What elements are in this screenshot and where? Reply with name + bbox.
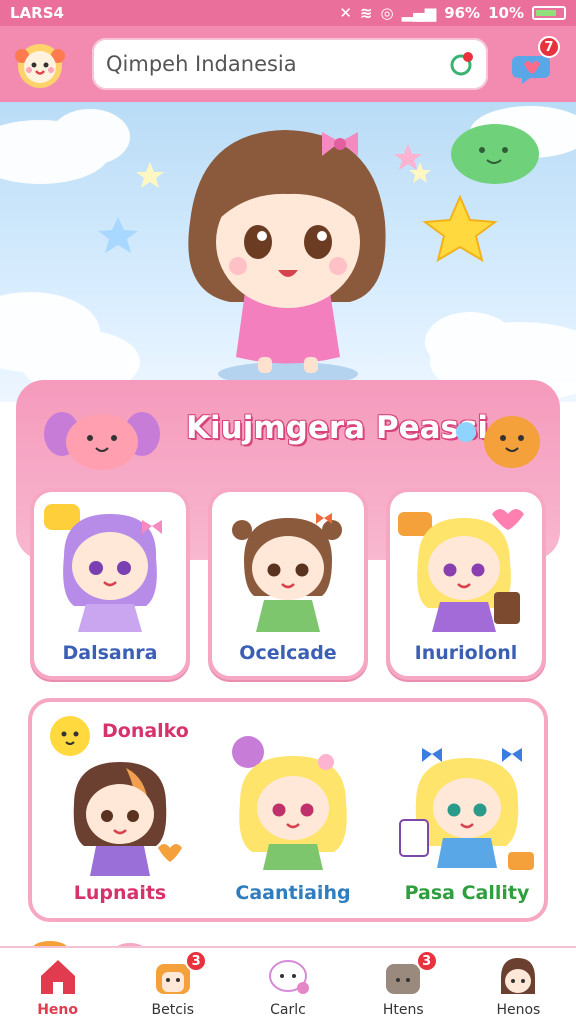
character-avatar-yellow	[232, 736, 347, 870]
character-avatar-brown	[232, 513, 342, 632]
status-bar: LARS4 ✕ ≋ ◎ ▂▄▆ 96% 10%	[0, 0, 576, 26]
nav-label: Heno	[37, 1002, 78, 1018]
character-group-card[interactable]: Donalko Lupnaits Caantiaihg Pasa Callity	[28, 698, 548, 922]
character-avatar-blonde	[398, 509, 524, 632]
profile-avatar-icon	[501, 958, 536, 994]
search-bar[interactable]	[92, 38, 488, 90]
battery-percent: 96%	[444, 4, 481, 22]
nav-item-home[interactable]: Heno	[0, 948, 115, 1024]
nav-item-2[interactable]: 3 Betcis	[115, 948, 230, 1024]
character-name-1: Dalsanra	[62, 642, 158, 664]
search-input[interactable]	[106, 52, 436, 76]
app-header: 7	[0, 26, 576, 102]
nav-badge: 3	[415, 950, 438, 972]
home-icon	[40, 960, 75, 994]
nav-label: Henos	[496, 1002, 541, 1018]
hero-banner	[0, 102, 576, 402]
mute-icon: ✕	[339, 4, 352, 22]
nav-label: Betcis	[151, 1002, 195, 1018]
hero-illustration	[0, 106, 576, 402]
character-avatar-dark	[73, 762, 182, 876]
nav-item-5[interactable]: Henos	[461, 948, 576, 1024]
app-logo-icon[interactable]	[12, 38, 68, 90]
bottom-nav: Heno 3 Betcis Carlc 3 Htens Henos	[0, 946, 576, 1024]
character-avatar-purple	[44, 504, 162, 632]
nav-badge: 3	[185, 950, 208, 972]
location-pin-icon[interactable]	[448, 50, 476, 78]
featured-title: Kiujmgera Peassi	[186, 410, 489, 446]
notifications-button[interactable]: 7	[510, 36, 560, 88]
nav-item-4[interactable]: 3 Htens	[346, 948, 461, 1024]
nav-label: Carlc	[270, 1002, 306, 1018]
signal-icon: ▂▄▆	[401, 4, 437, 22]
wifi-icon: ≋	[359, 4, 373, 22]
orange-creature-icon	[456, 416, 540, 468]
character-card-2[interactable]: Ocelcade	[208, 488, 368, 680]
notification-badge: 7	[538, 36, 560, 58]
character-card-3[interactable]: Inuriolonl	[386, 488, 546, 680]
character-name-2: Ocelcade	[239, 642, 337, 664]
extra-status: 10%	[488, 4, 524, 22]
battery-icon	[532, 6, 566, 20]
alarm-icon: ◎	[380, 4, 394, 22]
nav-item-3[interactable]: Carlc	[230, 948, 345, 1024]
carrier-label: LARS4	[10, 4, 64, 22]
chat-bubble-icon	[269, 960, 309, 994]
character-name-6: Pasa Callity	[404, 882, 530, 904]
next-section-peek	[30, 934, 150, 957]
nav-label: Htens	[382, 1002, 424, 1018]
character-name-5: Caantiaihg	[235, 882, 351, 904]
group-tag: Donalko	[102, 720, 189, 742]
character-name-4: Lupnaits	[73, 882, 167, 904]
character-name-3: Inuriolonl	[414, 642, 518, 664]
pink-creature-icon	[44, 412, 160, 470]
character-avatar-blue	[399, 748, 534, 870]
character-card-1[interactable]: Dalsanra	[30, 488, 190, 680]
